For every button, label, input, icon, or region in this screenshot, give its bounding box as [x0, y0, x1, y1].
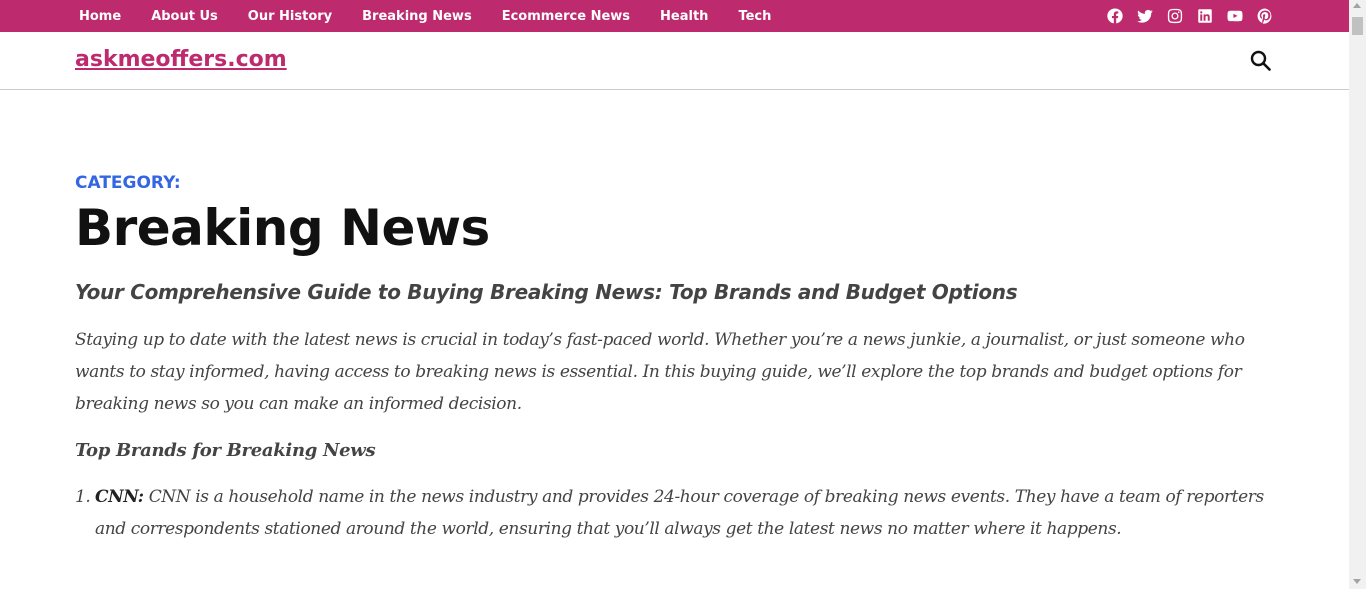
article-subtitle: Your Comprehensive Guide to Buying Break… — [75, 280, 1018, 304]
brand-list: 1. CNN: CNN is a household name in the n… — [75, 481, 1275, 545]
search-icon[interactable] — [1248, 48, 1274, 74]
nav-about-us[interactable]: About Us — [136, 9, 233, 24]
scroll-thumb[interactable] — [1352, 17, 1363, 35]
facebook-icon[interactable] — [1104, 6, 1126, 26]
instagram-icon[interactable] — [1164, 6, 1186, 26]
social-links — [1104, 6, 1284, 26]
twitter-icon[interactable] — [1134, 6, 1156, 26]
nav-breaking-news[interactable]: Breaking News — [347, 9, 487, 24]
pinterest-icon[interactable] — [1254, 6, 1276, 26]
nav-home[interactable]: Home — [64, 9, 136, 24]
nav-health[interactable]: Health — [645, 9, 723, 24]
category-label: CATEGORY: — [75, 173, 181, 193]
top-navigation-bar: Home About Us Our History Breaking News … — [0, 0, 1349, 32]
intro-paragraph: Staying up to date with the latest news … — [75, 330, 1245, 414]
archive-content: CATEGORY: Breaking News Your Comprehensi… — [75, 172, 1275, 545]
list-item-brand: CNN: — [95, 487, 144, 507]
scroll-up-arrow-icon[interactable] — [1353, 3, 1361, 8]
list-item-text: CNN is a household name in the news indu… — [95, 487, 1264, 539]
list-item: 1. CNN: CNN is a household name in the n… — [75, 481, 1275, 545]
page-title: Breaking News — [75, 199, 490, 257]
page-scrollbar[interactable] — [1349, 0, 1366, 589]
nav-ecommerce-news[interactable]: Ecommerce News — [487, 9, 645, 24]
scroll-down-arrow-icon[interactable] — [1353, 579, 1361, 584]
youtube-icon[interactable] — [1224, 6, 1246, 26]
linkedin-icon[interactable] — [1194, 6, 1216, 26]
list-item-number: 1. — [75, 487, 91, 507]
site-logo[interactable]: askmeoffers.com — [75, 47, 287, 72]
nav-our-history[interactable]: Our History — [233, 9, 347, 24]
main-menu: Home About Us Our History Breaking News … — [64, 0, 786, 32]
section-heading: Top Brands for Breaking News — [75, 440, 376, 461]
site-header: askmeoffers.com — [0, 32, 1349, 90]
nav-tech[interactable]: Tech — [723, 9, 786, 24]
